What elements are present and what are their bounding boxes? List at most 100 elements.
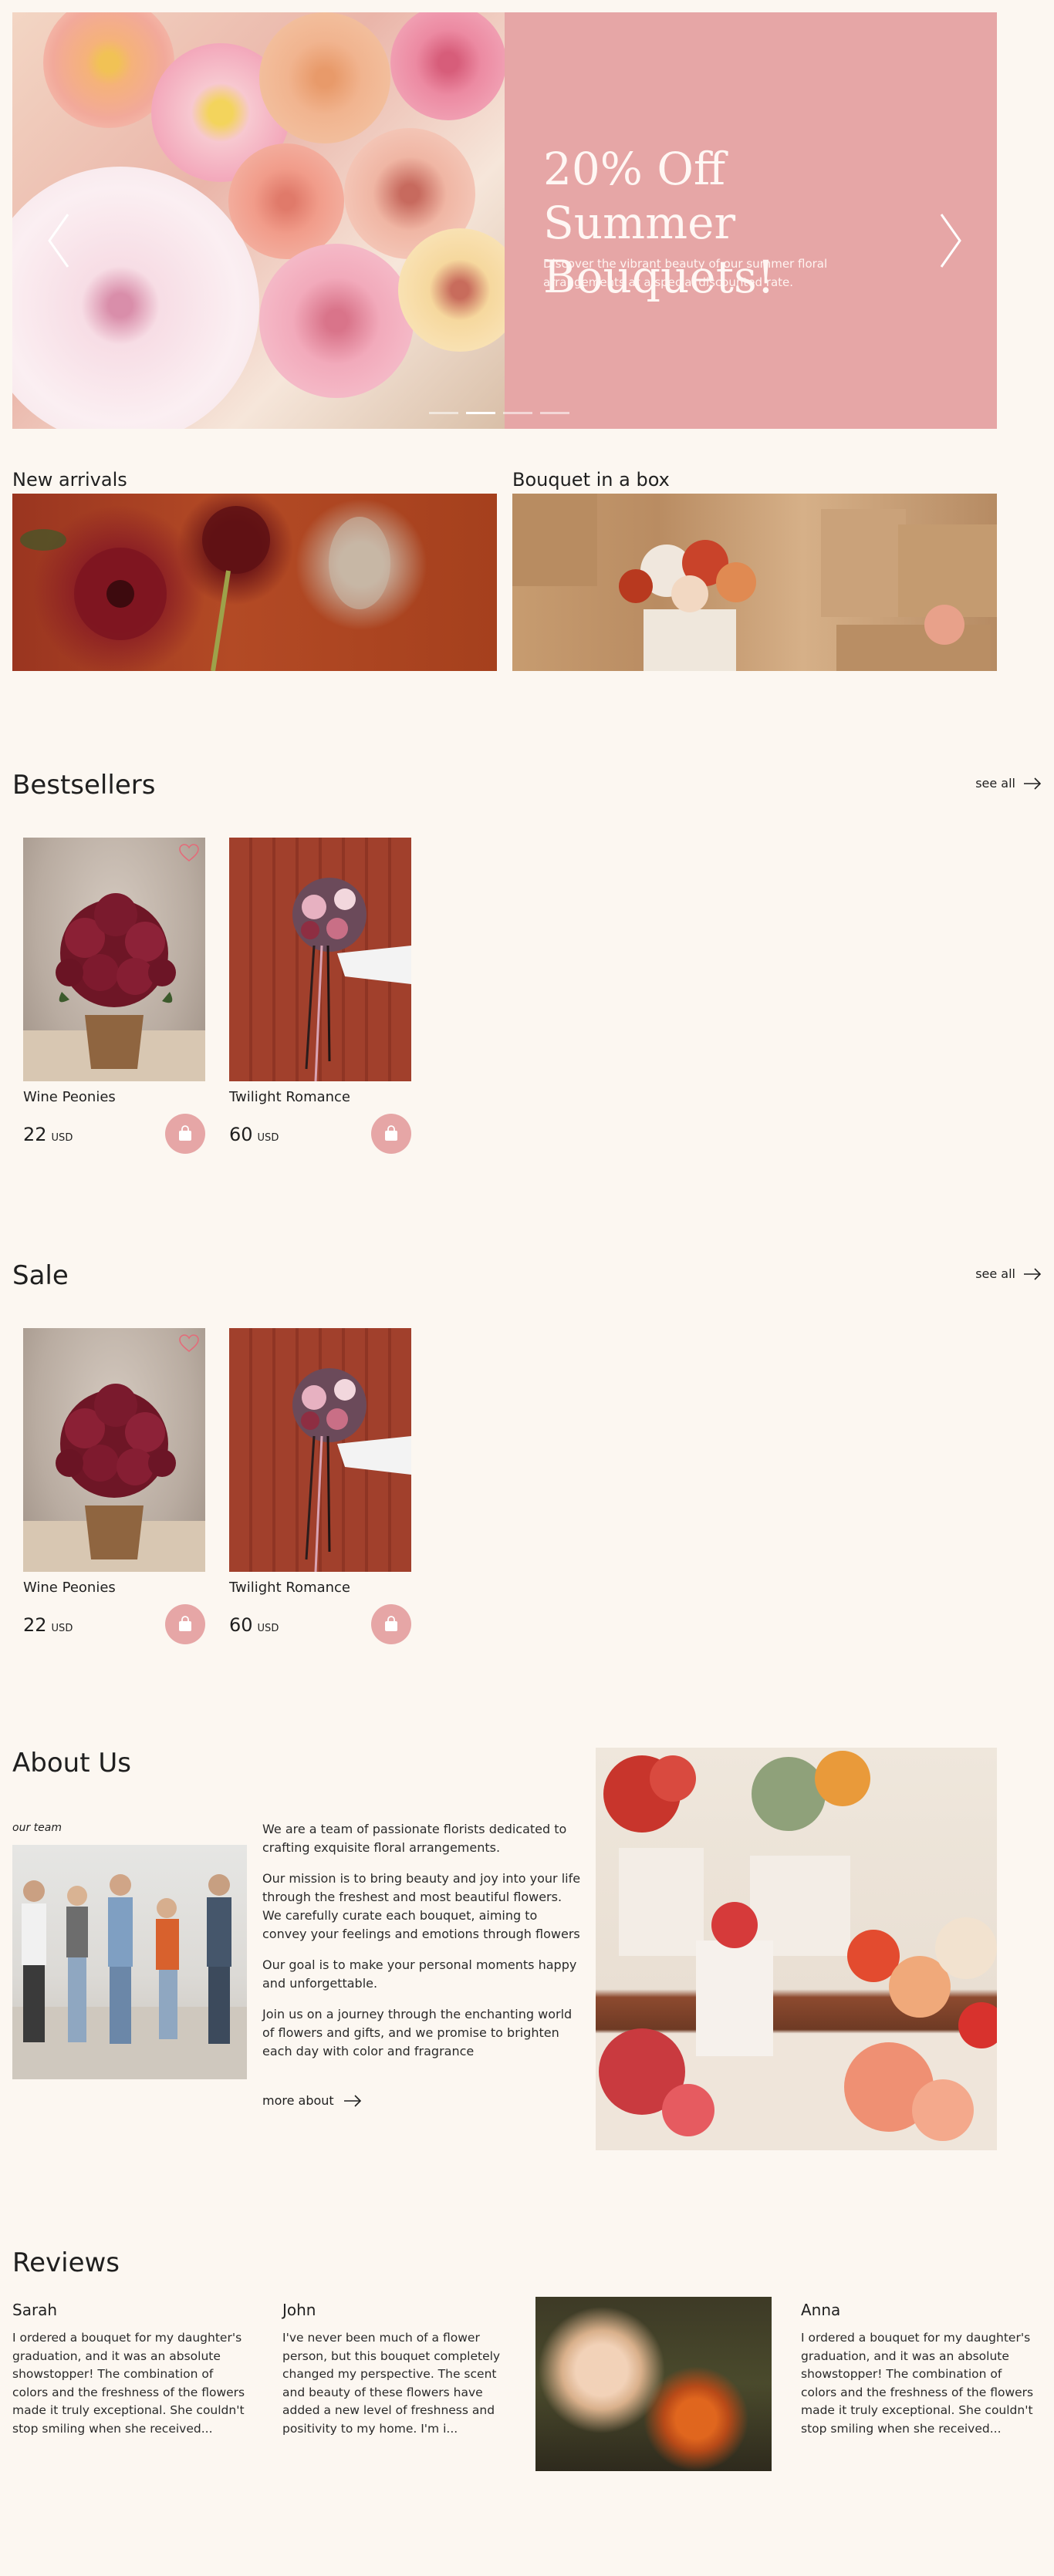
hero-next-button[interactable] xyxy=(935,210,966,271)
product-price: 60 USD xyxy=(229,1123,279,1150)
twilight-romance-illustration xyxy=(292,878,411,1081)
product-footer: 60 USD xyxy=(229,1604,411,1644)
team-photo xyxy=(12,1845,247,2079)
category-new-arrivals[interactable]: New arrivals xyxy=(12,466,497,671)
reviews-title: Reviews xyxy=(12,2247,120,2278)
slide-dot[interactable] xyxy=(503,412,532,414)
product-price: 22 USD xyxy=(23,1613,73,1640)
product-card[interactable]: Wine Peonies 22 USD xyxy=(23,838,205,1154)
review-card: Anna I ordered a bouquet for my daughter… xyxy=(801,2298,1039,2438)
product-footer: 22 USD xyxy=(23,1114,205,1154)
about-paragraph: We are a team of passionate florists ded… xyxy=(262,1822,567,1855)
more-about-link[interactable]: more about xyxy=(262,2093,362,2108)
team-people-illustration xyxy=(12,1874,247,2079)
wine-peonies-illustration xyxy=(23,1384,205,1572)
hero-flowers-image xyxy=(12,12,505,429)
our-team-caption: our team xyxy=(12,1822,62,1834)
product-card[interactable]: Twilight Romance 60 USD xyxy=(229,1328,411,1644)
product-image[interactable] xyxy=(23,1328,205,1572)
bestsellers-header: Bestsellers see all xyxy=(12,768,1042,802)
review-card: Sarah I ordered a bouquet for my daughte… xyxy=(12,2298,250,2438)
reviewer-name: John xyxy=(282,2301,316,2319)
review-text: I ordered a bouquet for my daughter's gr… xyxy=(801,2331,1034,2436)
bestsellers-see-all-link[interactable]: see all xyxy=(975,776,1042,791)
sale-header: Sale see all xyxy=(12,1259,1042,1293)
bestsellers-title: Bestsellers xyxy=(12,770,156,801)
about-paragraph: Our goal is to make your personal moment… xyxy=(262,1957,577,1991)
price-value: 60 xyxy=(229,1124,253,1145)
product-name[interactable]: Twilight Romance xyxy=(229,1578,411,1598)
add-to-cart-button[interactable] xyxy=(165,1604,205,1644)
price-currency: USD xyxy=(257,1623,279,1634)
chevron-right-icon xyxy=(940,214,961,268)
favorite-button[interactable] xyxy=(179,1334,199,1353)
bouquet-in-a-box-image[interactable] xyxy=(512,494,997,671)
about-title: About Us xyxy=(12,1748,131,1779)
reviewer-name: Anna xyxy=(801,2301,841,2319)
price-value: 22 xyxy=(23,1614,47,1636)
about-paragraph: Join us on a journey through the enchant… xyxy=(262,2007,573,2058)
slide-dot[interactable] xyxy=(429,412,458,414)
hero-subtitle: Discover the vibrant beauty of our summe… xyxy=(543,257,828,289)
product-name[interactable]: Wine Peonies xyxy=(23,1578,205,1598)
arrow-right-icon xyxy=(1024,1267,1042,1280)
see-all-label: see all xyxy=(975,1266,1015,1281)
product-name[interactable]: Twilight Romance xyxy=(229,1087,411,1108)
product-footer: 60 USD xyxy=(229,1114,411,1154)
add-to-cart-button[interactable] xyxy=(165,1114,205,1154)
product-name[interactable]: Wine Peonies xyxy=(23,1087,205,1108)
review-flowers-photo xyxy=(535,2297,772,2471)
shopping-bag-icon xyxy=(179,1616,191,1631)
category-bouquet-in-a-box[interactable]: Bouquet in a box xyxy=(512,466,997,671)
favorite-button[interactable] xyxy=(179,844,199,862)
hero-slide-indicators xyxy=(429,412,569,414)
hero-banner: 20% Off Summer Bouquets! Discover the vi… xyxy=(12,12,997,429)
sale-see-all-link[interactable]: see all xyxy=(975,1266,1042,1281)
wine-peonies-illustration xyxy=(23,893,205,1081)
slide-dot[interactable] xyxy=(540,412,569,414)
arrow-right-icon xyxy=(1024,777,1042,790)
review-text: I ordered a bouquet for my daughter's gr… xyxy=(12,2331,245,2436)
heart-icon xyxy=(179,1334,199,1353)
add-to-cart-button[interactable] xyxy=(371,1114,411,1154)
twilight-romance-illustration xyxy=(292,1368,411,1572)
hero-promo-panel: 20% Off Summer Bouquets! Discover the vi… xyxy=(505,12,997,429)
category-title: New arrivals xyxy=(12,469,127,491)
price-currency: USD xyxy=(51,1132,73,1144)
category-title: Bouquet in a box xyxy=(512,469,670,491)
product-card[interactable]: Twilight Romance 60 USD xyxy=(229,838,411,1154)
add-to-cart-button[interactable] xyxy=(371,1604,411,1644)
price-value: 22 xyxy=(23,1124,47,1145)
product-image[interactable] xyxy=(229,838,411,1081)
about-paragraph: Our mission is to bring beauty and joy i… xyxy=(262,1871,581,1941)
slide-dot-active[interactable] xyxy=(466,412,495,414)
sale-title: Sale xyxy=(12,1260,69,1291)
red-flowers-illustration xyxy=(20,506,390,671)
flower-shop-photo xyxy=(596,1748,997,2150)
boxes-bouquet-illustration xyxy=(512,494,997,671)
hero-prev-button[interactable] xyxy=(43,210,74,271)
see-all-label: see all xyxy=(975,776,1015,791)
reviewer-name: Sarah xyxy=(12,2301,58,2319)
product-image[interactable] xyxy=(23,838,205,1081)
review-text: I've never been much of a flower person,… xyxy=(282,2331,501,2436)
product-price: 22 USD xyxy=(23,1123,73,1150)
shopping-bag-icon xyxy=(385,1125,397,1141)
review-card: John I've never been much of a flower pe… xyxy=(282,2298,520,2438)
product-footer: 22 USD xyxy=(23,1604,205,1644)
product-price: 60 USD xyxy=(229,1613,279,1640)
price-value: 60 xyxy=(229,1614,253,1636)
more-about-label: more about xyxy=(262,2093,334,2108)
flower-buckets-illustration xyxy=(599,1751,997,2141)
shopping-bag-icon xyxy=(385,1616,397,1631)
product-image[interactable] xyxy=(229,1328,411,1572)
heart-icon xyxy=(179,844,199,862)
new-arrivals-image[interactable] xyxy=(12,494,497,671)
about-description: We are a team of passionate florists ded… xyxy=(262,1820,583,2073)
chevron-left-icon xyxy=(48,214,69,268)
product-card[interactable]: Wine Peonies 22 USD xyxy=(23,1328,205,1644)
shopping-bag-icon xyxy=(179,1125,191,1141)
price-currency: USD xyxy=(257,1132,279,1144)
arrow-right-icon xyxy=(343,2094,361,2107)
price-currency: USD xyxy=(51,1623,73,1634)
